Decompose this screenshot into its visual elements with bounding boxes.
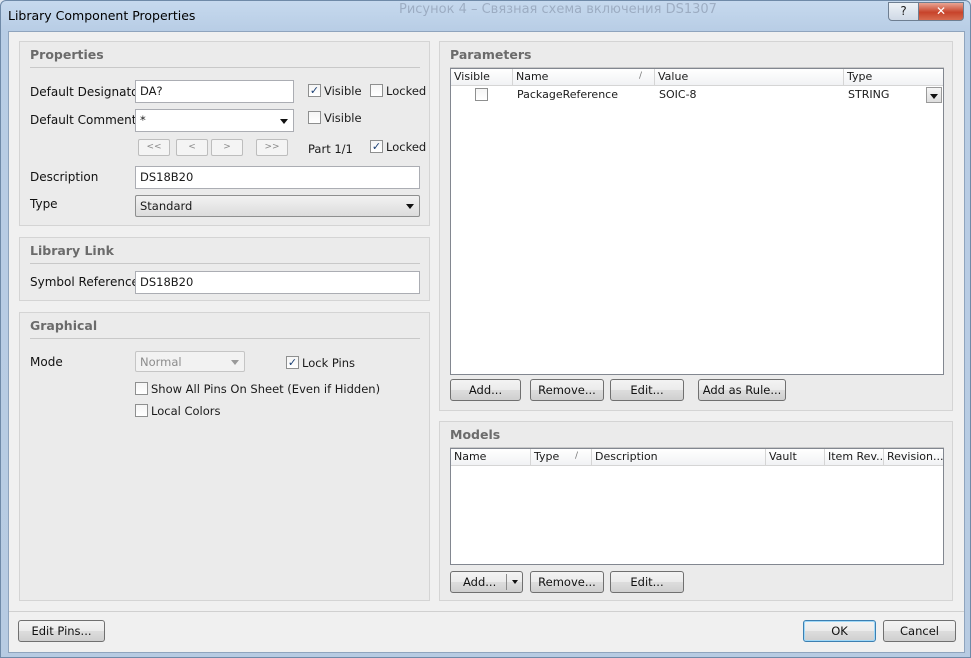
ok-button[interactable]: OK bbox=[803, 620, 876, 642]
row-visible-checkbox[interactable] bbox=[475, 88, 488, 101]
divider bbox=[30, 263, 420, 264]
chevron-down-icon bbox=[406, 204, 414, 209]
comment-label: Default Comment bbox=[30, 113, 137, 127]
parameters-panel: Parameters Visible Name / Value Type Pack… bbox=[439, 41, 953, 411]
symbol-reference-input[interactable]: DS18B20 bbox=[135, 271, 420, 294]
graphical-title: Graphical bbox=[30, 318, 98, 333]
library-link-panel: Library Link Symbol Reference DS18B20 bbox=[19, 237, 430, 301]
edit-pins-button[interactable]: Edit Pins... bbox=[18, 620, 105, 642]
row-type: STRING bbox=[848, 88, 890, 101]
locked-label: Locked bbox=[386, 84, 427, 98]
column-name[interactable]: Name bbox=[451, 449, 531, 466]
model-add-label: Add... bbox=[463, 575, 497, 589]
graphical-panel: Graphical Mode Normal ✓ Lock Pins Show A… bbox=[19, 312, 430, 601]
row-value: SOIC-8 bbox=[659, 88, 697, 101]
mode-value: Normal bbox=[140, 355, 182, 369]
designator-locked-checkbox[interactable] bbox=[370, 84, 383, 97]
footer-divider bbox=[9, 611, 964, 612]
row-type-dropdown[interactable] bbox=[926, 87, 942, 103]
comment-combobox[interactable]: * bbox=[135, 109, 294, 132]
column-revision[interactable]: Revision... bbox=[884, 449, 944, 466]
dialog-window: Library Component Properties Рисунок 4 –… bbox=[0, 0, 971, 658]
properties-panel: Properties Default Designator DA? ✓ Visi… bbox=[19, 41, 430, 226]
check-icon: ✓ bbox=[309, 84, 320, 97]
comment-value: * bbox=[140, 113, 146, 127]
part-locked-label: Locked bbox=[386, 140, 427, 154]
cancel-button[interactable]: Cancel bbox=[883, 620, 956, 642]
lock-pins-checkbox[interactable]: ✓ bbox=[286, 356, 299, 369]
split-divider bbox=[506, 574, 507, 590]
parameter-edit-button[interactable]: Edit... bbox=[610, 379, 684, 401]
column-type-label: Type bbox=[534, 450, 560, 463]
designator-label: Default Designator bbox=[30, 85, 144, 99]
parameter-add-button[interactable]: Add... bbox=[450, 379, 521, 401]
parameter-remove-button[interactable]: Remove... bbox=[530, 379, 604, 401]
models-grid: Name Type / Description Vault Item Rev...… bbox=[450, 448, 944, 565]
type-select[interactable]: Standard bbox=[135, 195, 420, 217]
help-button[interactable]: ? bbox=[888, 2, 919, 21]
comment-visible-checkbox[interactable] bbox=[308, 111, 321, 124]
model-add-button[interactable]: Add... bbox=[450, 571, 523, 593]
row-name: PackageReference bbox=[517, 88, 618, 101]
symbol-reference-label: Symbol Reference bbox=[30, 275, 139, 289]
type-value: Standard bbox=[140, 199, 193, 213]
part-label: Part 1/1 bbox=[308, 142, 353, 156]
sort-indicator-icon: / bbox=[639, 71, 643, 81]
lock-pins-label: Lock Pins bbox=[302, 356, 356, 370]
chevron-down-icon bbox=[280, 119, 288, 124]
column-description[interactable]: Description bbox=[592, 449, 766, 466]
parameters-title: Parameters bbox=[450, 47, 532, 62]
models-title: Models bbox=[450, 427, 501, 442]
next-part-button[interactable]: > bbox=[211, 139, 243, 156]
properties-title: Properties bbox=[30, 47, 104, 62]
dialog-client: Properties Default Designator DA? ✓ Visi… bbox=[8, 31, 965, 653]
designator-input[interactable]: DA? bbox=[135, 80, 294, 103]
chevron-down-icon[interactable] bbox=[512, 580, 518, 584]
last-part-button[interactable]: >> bbox=[256, 139, 288, 156]
model-remove-button[interactable]: Remove... bbox=[530, 571, 604, 593]
divider bbox=[30, 338, 420, 339]
chevron-down-icon bbox=[231, 360, 239, 365]
column-visible[interactable]: Visible bbox=[451, 69, 513, 86]
column-item-rev[interactable]: Item Rev... bbox=[825, 449, 884, 466]
description-label: Description bbox=[30, 170, 99, 184]
add-as-rule-button[interactable]: Add as Rule... bbox=[698, 379, 786, 401]
designator-visible-checkbox[interactable]: ✓ bbox=[308, 84, 321, 97]
type-label: Type bbox=[30, 197, 58, 211]
show-all-pins-label: Show All Pins On Sheet (Even if Hidden) bbox=[151, 382, 381, 396]
column-value[interactable]: Value bbox=[655, 69, 844, 86]
visible-label: Visible bbox=[324, 84, 362, 98]
models-panel: Models Name Type / Description Vault Item… bbox=[439, 421, 953, 601]
grid-header: Name Type / Description Vault Item Rev...… bbox=[451, 449, 943, 466]
library-link-title: Library Link bbox=[30, 243, 114, 258]
show-all-pins-checkbox[interactable] bbox=[135, 382, 148, 395]
first-part-button[interactable]: << bbox=[138, 139, 170, 156]
parameters-grid: Visible Name / Value Type PackageReferenc… bbox=[450, 68, 944, 375]
column-type[interactable]: Type bbox=[844, 69, 944, 86]
check-icon: ✓ bbox=[371, 140, 382, 153]
column-name[interactable]: Name / bbox=[513, 69, 655, 86]
chevron-down-icon bbox=[930, 94, 938, 99]
mode-select: Normal bbox=[135, 351, 245, 372]
column-type[interactable]: Type / bbox=[531, 449, 592, 466]
comment-visible-label: Visible bbox=[324, 111, 362, 125]
local-colors-label: Local Colors bbox=[151, 404, 221, 418]
column-name-label: Name bbox=[516, 70, 549, 83]
divider bbox=[30, 67, 420, 68]
mode-label: Mode bbox=[30, 355, 63, 369]
column-vault[interactable]: Vault bbox=[766, 449, 825, 466]
model-edit-button[interactable]: Edit... bbox=[610, 571, 684, 593]
sort-indicator-icon: / bbox=[575, 451, 579, 461]
background-window-text: Рисунок 4 – Связная схема включения DS13… bbox=[399, 2, 717, 17]
window-title: Library Component Properties bbox=[8, 8, 196, 23]
title-bar[interactable]: Library Component Properties Рисунок 4 –… bbox=[1, 1, 970, 31]
local-colors-checkbox[interactable] bbox=[135, 404, 148, 417]
grid-header: Visible Name / Value Type bbox=[451, 69, 943, 86]
description-input[interactable]: DS18B20 bbox=[135, 166, 420, 189]
part-locked-checkbox[interactable]: ✓ bbox=[370, 140, 383, 153]
prev-part-button[interactable]: < bbox=[176, 139, 208, 156]
close-button[interactable]: ✕ bbox=[918, 2, 964, 21]
check-icon: ✓ bbox=[287, 356, 298, 369]
